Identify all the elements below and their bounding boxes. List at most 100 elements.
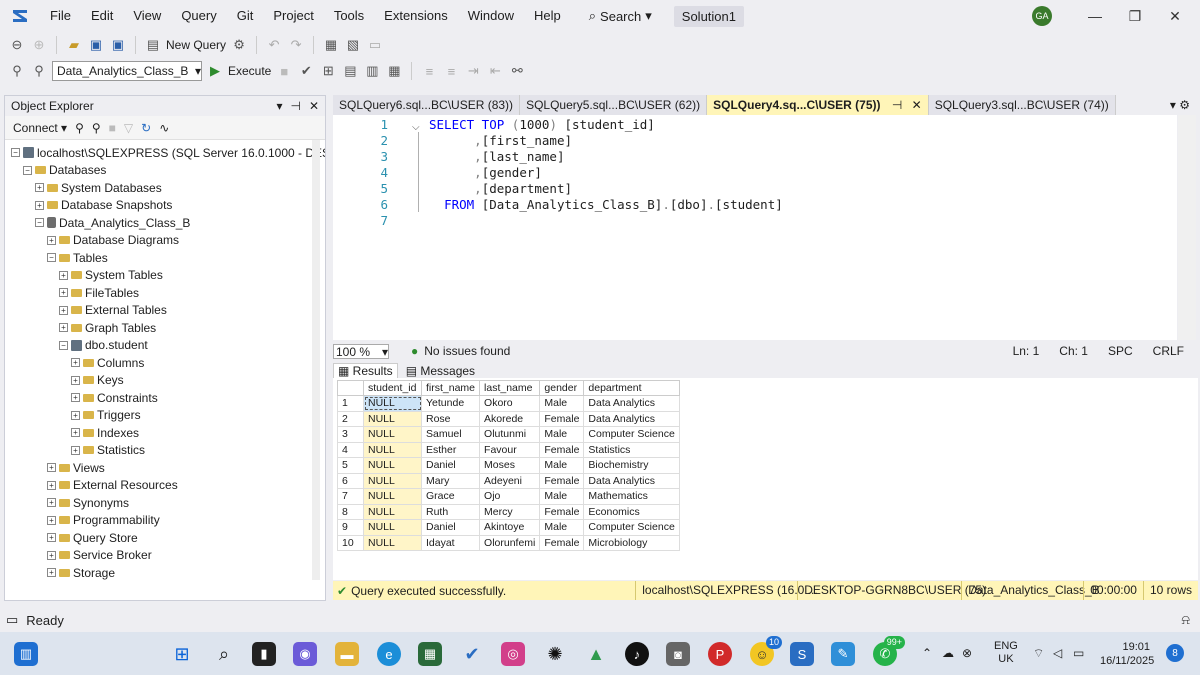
tree-node[interactable]: + Query Store (47, 529, 138, 546)
undo-icon[interactable]: ↶ (265, 36, 283, 54)
tab-messages[interactable]: ▤ Messages (402, 364, 479, 378)
tab-sqlquery5[interactable]: SQLQuery5.sql...BC\USER (62)) (520, 95, 708, 115)
whatsapp-icon[interactable]: ✆ 99+ (873, 636, 905, 666)
grid-cell[interactable]: Mary (420, 472, 481, 489)
stop-icon[interactable]: ■ (275, 62, 293, 80)
collapse-icon[interactable]: − (59, 340, 68, 350)
tab-sqlquery4[interactable]: SQLQuery4.sq...C\USER (75)) ⊣ ✕ (707, 95, 929, 115)
clock[interactable]: 19:01 16/11/2025 (1100, 640, 1154, 668)
grid-cell[interactable]: NULL (363, 519, 422, 536)
grid-cell[interactable]: NULL (363, 457, 422, 474)
grid-cell[interactable]: NULL (363, 503, 422, 520)
collapse-icon[interactable]: − (23, 165, 32, 175)
grid-cell[interactable]: Male (539, 519, 585, 536)
tree-node[interactable]: + Service Broker (47, 547, 152, 564)
tray-app-icon[interactable]: ⊗ (962, 646, 972, 660)
menu-git[interactable]: Git (227, 0, 264, 32)
tree-node[interactable]: − dbo.student (59, 337, 148, 354)
tree-node[interactable]: + Indexes (71, 424, 139, 441)
connect-object-icon[interactable]: ⚲ (75, 121, 84, 135)
search-icon[interactable]: ⌕ (212, 642, 236, 666)
google-drive-icon[interactable]: ▲ (584, 642, 608, 666)
chatgpt-icon[interactable]: ✺ (543, 642, 567, 666)
restore-icon[interactable]: ❐ (1125, 6, 1145, 26)
expand-icon[interactable]: + (47, 480, 56, 490)
forward-icon[interactable]: ⊕ (30, 36, 48, 54)
table-row[interactable]: 6 NULL Mary Adeyeni Female Data Analytics (337, 472, 680, 489)
grid-cell[interactable]: Idayat (420, 534, 481, 551)
grid-cell[interactable]: Statistics (583, 441, 680, 458)
database-select[interactable]: Data_Analytics_Class_B ▾ (52, 61, 202, 81)
tree-node[interactable]: + Graph Tables (59, 319, 156, 336)
menu-extensions[interactable]: Extensions (374, 0, 458, 32)
expand-icon[interactable]: + (59, 305, 68, 315)
grid-cell[interactable]: Daniel (420, 519, 481, 536)
tree-node[interactable]: + Programmability (47, 512, 160, 529)
query-options-icon[interactable]: ⚙ (230, 36, 248, 54)
save-all-icon[interactable]: ▣ (109, 36, 127, 54)
grid-cell[interactable]: Adeyeni (479, 472, 541, 489)
volume-icon[interactable]: ◁ (1053, 646, 1062, 660)
table-row[interactable]: 8 NULL Ruth Mercy Female Economics (337, 503, 680, 520)
grid-cell[interactable]: Esther (420, 441, 481, 458)
pin-icon[interactable]: ⊣ (290, 99, 300, 113)
tree-node[interactable]: + System Databases (35, 179, 162, 196)
tab-sqlquery6[interactable]: SQLQuery6.sql...BC\USER (83)) (333, 95, 521, 115)
tab-overflow-icon[interactable]: ▾ ⚙ (1162, 95, 1198, 115)
grid-column-header[interactable]: department (583, 380, 680, 396)
menu-query[interactable]: Query (171, 0, 226, 32)
tree-node[interactable]: − localhost\SQLEXPRESS (SQL Server 16.0.1… (11, 144, 325, 161)
redo-icon[interactable]: ↷ (287, 36, 305, 54)
grid-cell[interactable]: Biochemistry (583, 457, 680, 474)
collapse-icon[interactable]: − (11, 148, 20, 157)
tree-node[interactable]: + Views (47, 459, 105, 476)
grid-cell[interactable]: NULL (363, 472, 422, 489)
expand-icon[interactable]: + (71, 375, 80, 385)
execute-button[interactable]: Execute (228, 64, 271, 78)
grid-column-header[interactable]: student_id (363, 380, 422, 396)
grid-cell[interactable]: Male (539, 395, 585, 412)
table-row[interactable]: 5 NULL Daniel Moses Male Biochemistry (337, 457, 680, 474)
activity-monitor-icon[interactable]: ▦ (322, 36, 340, 54)
expand-icon[interactable]: + (71, 358, 80, 367)
instagram-icon[interactable]: ◎ (501, 642, 525, 666)
expand-icon[interactable]: + (47, 533, 56, 542)
grid-cell[interactable]: Olorunfemi (479, 534, 541, 551)
table-row[interactable]: 1 NULL Yetunde Okoro Male Data Analytics (337, 395, 680, 412)
menu-file[interactable]: File (40, 0, 81, 32)
grid-cell[interactable]: Samuel (420, 426, 481, 443)
battery-icon[interactable]: ▭ (1073, 646, 1084, 660)
grid-cell[interactable]: NULL (363, 441, 422, 458)
grid-cell[interactable]: Data Analytics (583, 410, 680, 427)
results-to-grid-icon[interactable]: ▥ (363, 62, 381, 80)
filter-icon[interactable]: ▽ (124, 121, 133, 135)
uncomment-icon[interactable]: ≡ (442, 62, 460, 80)
new-query-button[interactable]: New Query (166, 38, 226, 52)
include-plan-icon[interactable]: ▦ (385, 62, 403, 80)
teams-icon[interactable]: ◉ (293, 642, 317, 666)
grid-column-header[interactable]: gender (539, 380, 585, 396)
object-explorer-scrollbar[interactable] (312, 140, 320, 580)
indent-icon[interactable]: ⇥ (464, 62, 482, 80)
sql-editor[interactable]: 1 SELECT TOP (1000) [student_id] 2 ,[first… (333, 115, 1177, 340)
todo-icon[interactable]: ✔ (460, 642, 484, 666)
notification-count[interactable]: 8 (1166, 644, 1184, 662)
close-icon[interactable]: ✕ (309, 99, 319, 113)
collapse-icon[interactable]: − (47, 253, 56, 262)
tree-node[interactable]: + Triggers (71, 407, 141, 424)
pinterest-icon[interactable]: P (708, 642, 732, 666)
table-row[interactable]: 7 NULL Grace Ojo Male Mathematics (337, 488, 680, 505)
tab-results[interactable]: ▦ Results (333, 363, 398, 379)
grid-column-header[interactable]: last_name (479, 380, 541, 396)
panel-menu-icon[interactable]: ▾ (276, 99, 282, 113)
activity-icon[interactable]: ∿ (159, 121, 169, 135)
edge-icon[interactable]: e (377, 642, 401, 666)
toolbox-icon[interactable]: ▭ (366, 36, 384, 54)
close-icon[interactable]: ✕ (1165, 6, 1185, 26)
outdent-icon[interactable]: ⇤ (486, 62, 504, 80)
menu-edit[interactable]: Edit (81, 0, 123, 32)
grid-cell[interactable]: Daniel (420, 457, 481, 474)
expand-icon[interactable]: + (35, 183, 44, 192)
table-row[interactable]: 2 NULL Rose Akorede Female Data Analytics (337, 410, 680, 427)
grid-cell[interactable]: Microbiology (583, 534, 680, 551)
